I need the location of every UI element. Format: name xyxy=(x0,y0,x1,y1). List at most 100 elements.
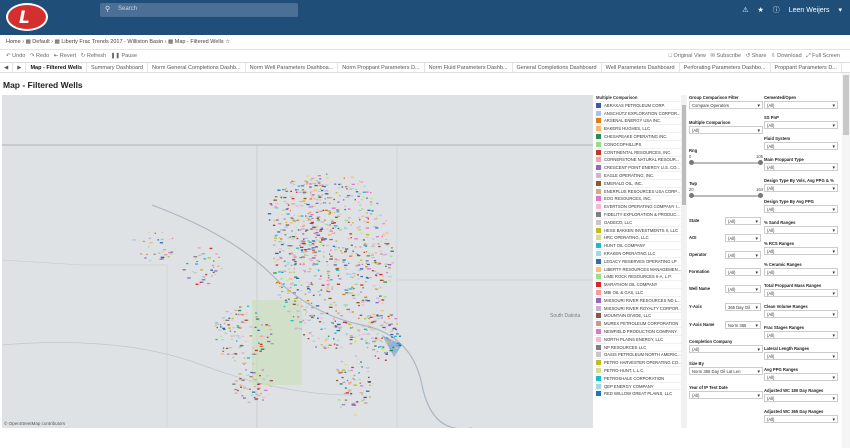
legend-item[interactable]: EAGLE OPERATING, INC. xyxy=(594,171,686,179)
well-marker[interactable] xyxy=(170,253,172,255)
well-marker[interactable] xyxy=(228,317,231,319)
well-marker[interactable] xyxy=(347,238,350,240)
well-marker[interactable] xyxy=(389,330,394,332)
well-marker[interactable] xyxy=(277,231,281,233)
well-marker[interactable] xyxy=(248,388,251,390)
well-marker[interactable] xyxy=(320,221,325,223)
well-marker[interactable] xyxy=(327,275,330,277)
legend-item[interactable]: PETRO HARVESTER OPERATING CO... xyxy=(594,358,686,366)
well-marker[interactable] xyxy=(252,369,255,371)
favorite-star-icon[interactable]: ☆ xyxy=(225,39,230,45)
well-marker[interactable] xyxy=(339,213,342,215)
well-marker[interactable] xyxy=(365,191,369,193)
well-marker[interactable] xyxy=(287,290,291,292)
well-marker[interactable] xyxy=(317,199,319,201)
well-marker[interactable] xyxy=(397,343,401,345)
well-marker[interactable] xyxy=(329,258,333,260)
well-marker[interactable] xyxy=(307,213,310,215)
well-marker[interactable] xyxy=(247,305,250,307)
well-marker[interactable] xyxy=(292,254,296,256)
well-marker[interactable] xyxy=(357,358,359,360)
well-marker[interactable] xyxy=(265,324,269,326)
well-marker[interactable] xyxy=(169,238,171,241)
well-marker[interactable] xyxy=(371,262,375,264)
well-marker[interactable] xyxy=(350,327,353,329)
well-marker[interactable] xyxy=(236,326,240,328)
well-marker[interactable] xyxy=(379,337,382,340)
well-marker[interactable] xyxy=(296,310,300,312)
well-marker[interactable] xyxy=(390,250,394,252)
well-marker[interactable] xyxy=(330,219,333,221)
well-marker[interactable] xyxy=(317,195,321,197)
well-marker[interactable] xyxy=(344,226,347,228)
well-marker[interactable] xyxy=(364,296,368,298)
well-marker[interactable] xyxy=(303,224,305,226)
well-marker[interactable] xyxy=(365,262,368,264)
well-marker[interactable] xyxy=(343,392,346,395)
well-marker[interactable] xyxy=(349,233,353,235)
well-marker[interactable] xyxy=(249,335,252,337)
well-marker[interactable] xyxy=(358,225,361,228)
well-marker[interactable] xyxy=(370,198,374,200)
well-marker[interactable] xyxy=(326,261,328,263)
well-marker[interactable] xyxy=(236,340,238,342)
well-marker[interactable] xyxy=(284,226,289,228)
well-marker[interactable] xyxy=(269,203,272,205)
well-marker[interactable] xyxy=(242,397,246,399)
well-marker[interactable] xyxy=(296,237,299,240)
well-marker[interactable] xyxy=(350,253,354,255)
well-marker[interactable] xyxy=(293,268,295,270)
well-marker[interactable] xyxy=(335,268,339,270)
well-marker[interactable] xyxy=(311,247,314,249)
well-marker[interactable] xyxy=(339,195,341,197)
well-marker[interactable] xyxy=(359,232,363,234)
well-marker[interactable] xyxy=(311,283,314,286)
well-marker[interactable] xyxy=(304,293,307,295)
well-marker[interactable] xyxy=(257,388,260,390)
operator-select[interactable]: (All) xyxy=(725,251,761,259)
well-marker[interactable] xyxy=(274,196,278,198)
well-marker[interactable] xyxy=(360,400,364,403)
well-marker[interactable] xyxy=(328,197,330,199)
well-marker[interactable] xyxy=(396,333,399,335)
well-marker[interactable] xyxy=(325,177,330,179)
well-marker[interactable] xyxy=(364,339,367,342)
well-marker[interactable] xyxy=(378,245,381,248)
well-marker[interactable] xyxy=(372,316,376,318)
well-marker[interactable] xyxy=(244,340,248,343)
well-marker[interactable] xyxy=(339,278,342,280)
well-marker[interactable] xyxy=(293,198,296,201)
well-marker[interactable] xyxy=(320,289,323,291)
breadcrumb-home[interactable]: Home xyxy=(6,39,21,45)
well-marker[interactable] xyxy=(241,352,245,354)
well-marker[interactable] xyxy=(356,302,360,304)
well-marker[interactable] xyxy=(349,273,352,275)
well-marker[interactable] xyxy=(321,284,325,286)
well-marker[interactable] xyxy=(146,253,148,256)
star-icon[interactable]: ★ xyxy=(757,6,763,14)
well-marker[interactable] xyxy=(374,339,378,341)
well-marker[interactable] xyxy=(352,377,354,380)
well-marker[interactable] xyxy=(383,321,386,323)
well-marker[interactable] xyxy=(398,335,401,337)
well-marker[interactable] xyxy=(385,351,387,353)
well-marker[interactable] xyxy=(255,379,257,381)
well-marker[interactable] xyxy=(306,216,309,218)
well-marker[interactable] xyxy=(292,315,295,318)
legend-item[interactable]: MISSOURI RIVER RESOURCES ND L... xyxy=(594,295,686,304)
well-marker[interactable] xyxy=(290,196,294,198)
well-marker[interactable] xyxy=(393,336,396,338)
well-marker[interactable] xyxy=(278,237,281,239)
well-marker[interactable] xyxy=(297,316,300,318)
well-marker[interactable] xyxy=(357,329,361,331)
well-marker[interactable] xyxy=(350,237,352,239)
well-marker[interactable] xyxy=(299,263,301,265)
well-marker[interactable] xyxy=(335,240,337,242)
well-marker[interactable] xyxy=(207,257,211,259)
well-marker[interactable] xyxy=(222,319,225,321)
well-marker[interactable] xyxy=(288,248,291,250)
well-marker[interactable] xyxy=(320,313,324,315)
well-marker[interactable] xyxy=(282,229,286,231)
well-marker[interactable] xyxy=(394,347,399,349)
well-marker[interactable] xyxy=(148,237,151,239)
